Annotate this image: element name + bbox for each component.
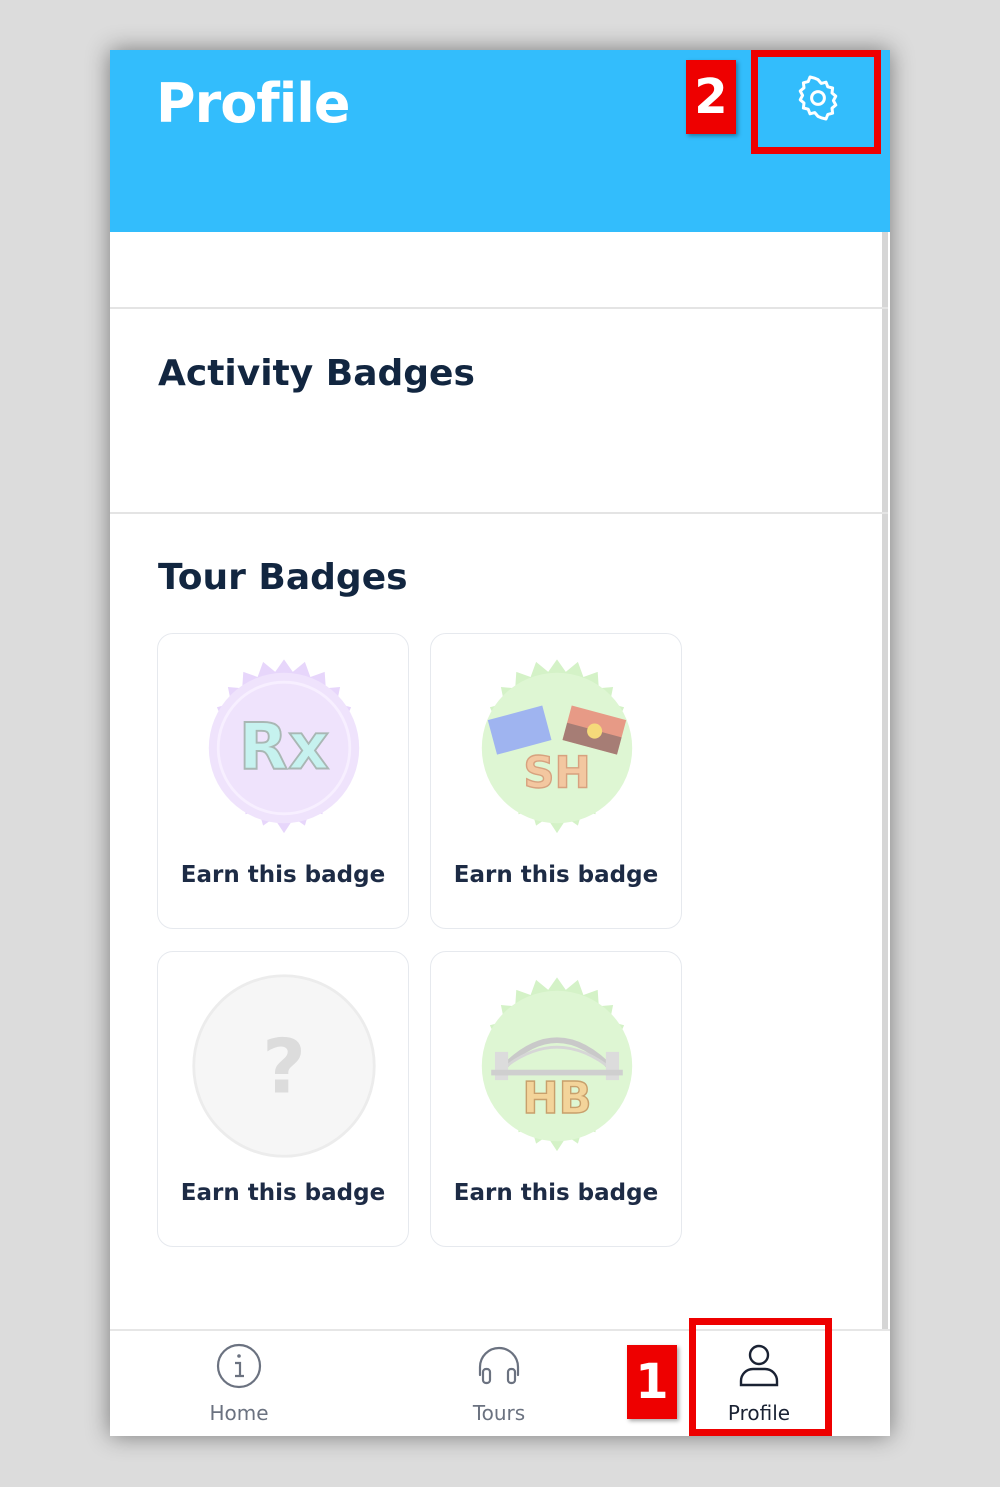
step-number-badge: 2 (686, 60, 736, 134)
phone-screen: Profile Activity Badges Tour Badges Rx E… (110, 50, 890, 1436)
profile-tab-highlight-box (689, 1318, 832, 1436)
badge-label: Earn this badge (180, 1180, 386, 1206)
activity-badges-title: Activity Badges (158, 353, 475, 394)
tab-label: Home (209, 1401, 269, 1425)
divider (110, 512, 888, 514)
divider (110, 307, 888, 309)
tab-tours[interactable]: Tours (424, 1331, 574, 1436)
step-number-badge: 1 (627, 1345, 677, 1419)
settings-highlight-box (751, 50, 881, 154)
badge-label: Earn this badge (453, 862, 659, 888)
tour-badges-title: Tour Badges (158, 557, 408, 598)
svg-text:SH: SH (523, 748, 590, 798)
headphones-icon (478, 1346, 520, 1385)
rx-badge-icon: Rx (208, 659, 360, 834)
hb-badge-icon: HB (481, 977, 633, 1152)
page-title: Profile (156, 72, 350, 135)
info-icon (216, 1343, 262, 1389)
scrollbar[interactable] (882, 232, 888, 1330)
tour-badge-card[interactable]: Rx Earn this badge (157, 633, 409, 929)
tab-label: Tours (472, 1401, 526, 1425)
svg-text:?: ? (262, 1022, 306, 1110)
badge-label: Earn this badge (453, 1180, 659, 1206)
badge-label: Earn this badge (180, 862, 386, 888)
svg-text:HB: HB (522, 1074, 591, 1124)
question-mark-badge-icon: ? (192, 974, 376, 1158)
tour-badge-card[interactable]: HB Earn this badge (430, 951, 682, 1247)
tour-badge-card[interactable]: ? Earn this badge (157, 951, 409, 1247)
sh-badge-icon: SH (481, 659, 633, 834)
svg-text:Rx: Rx (239, 711, 329, 785)
tab-home[interactable]: Home (164, 1331, 314, 1436)
tour-badge-card[interactable]: SH Earn this badge (430, 633, 682, 929)
